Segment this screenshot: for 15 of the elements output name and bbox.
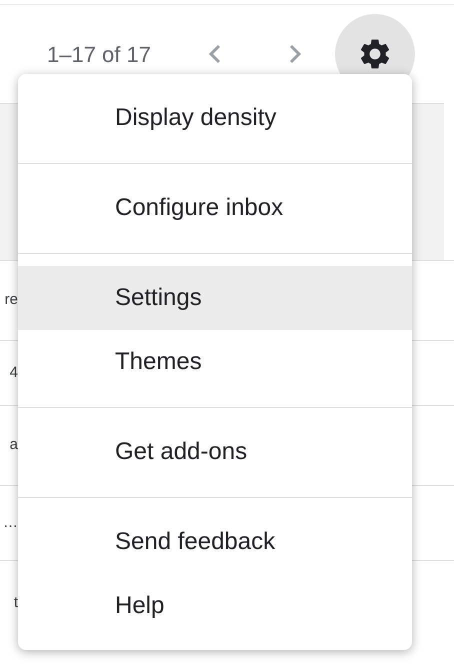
- email-row-text: 4: [10, 362, 18, 383]
- email-row-text: t: [14, 593, 18, 614]
- menu-item[interactable]: Display density: [18, 86, 412, 150]
- chevron-left-icon: [208, 44, 222, 64]
- menu-item[interactable]: Themes: [18, 330, 412, 394]
- email-row-text: …: [3, 512, 18, 533]
- chevron-right-icon: [288, 44, 302, 64]
- menu-item[interactable]: Configure inbox: [18, 176, 412, 240]
- menu-item[interactable]: Help: [18, 574, 412, 638]
- menu-item[interactable]: Settings: [18, 266, 412, 330]
- page-range: 1–17 of 17: [47, 40, 151, 68]
- menu-item[interactable]: Send feedback: [18, 510, 412, 574]
- email-row-text: a: [10, 435, 18, 456]
- menu-item[interactable]: Get add-ons: [18, 420, 412, 484]
- email-row-text: re: [4, 290, 18, 310]
